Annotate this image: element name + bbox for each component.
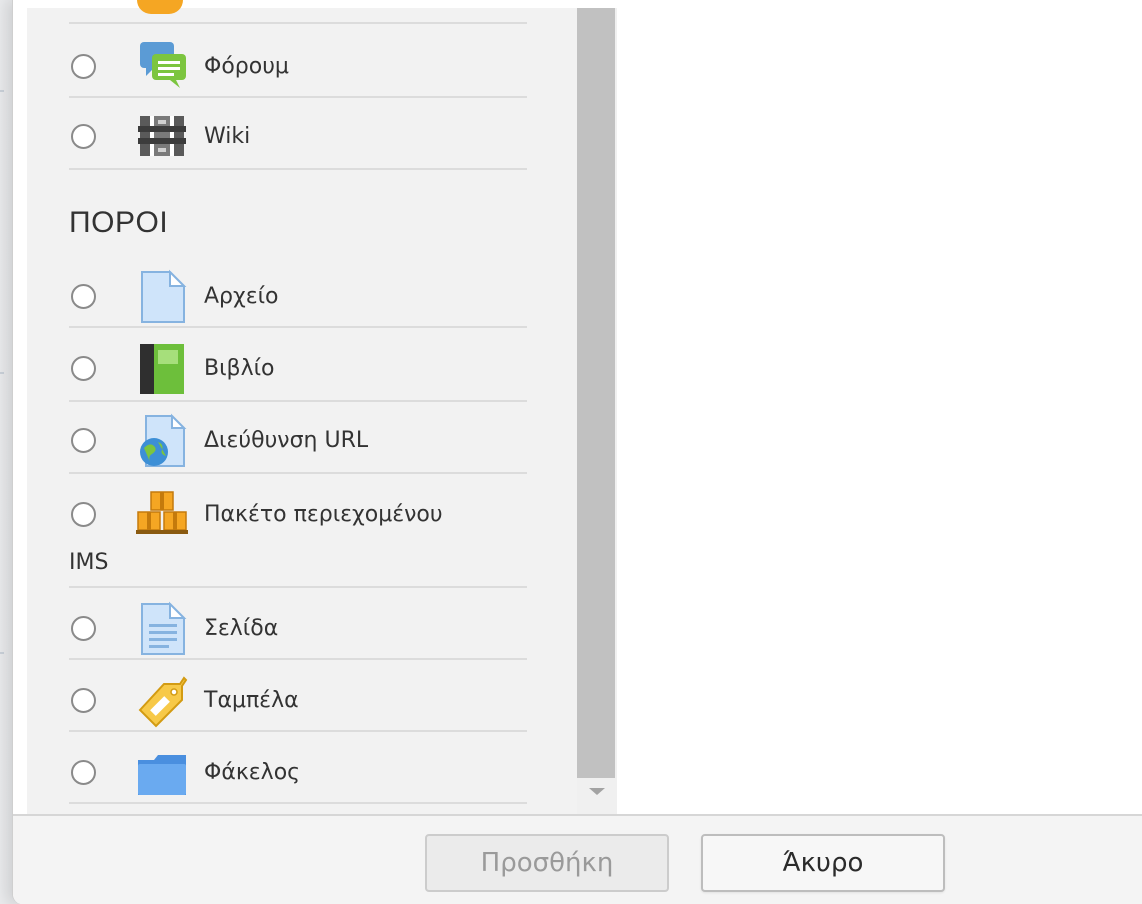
module-label: Πακέτο περιεχομένου — [204, 501, 443, 527]
divider — [69, 400, 527, 402]
radio-url[interactable] — [71, 427, 96, 453]
forum-icon — [134, 38, 190, 94]
divider — [69, 168, 527, 170]
url-icon — [134, 412, 190, 468]
scroll-down-arrow-icon[interactable] — [589, 788, 605, 795]
scrollbar-thumb[interactable] — [577, 8, 615, 778]
module-option-folder[interactable]: Φάκελος — [69, 742, 527, 802]
folder-icon — [134, 744, 190, 800]
divider — [69, 472, 527, 474]
radio-forum[interactable] — [71, 53, 96, 79]
radio-book[interactable] — [71, 355, 96, 381]
book-icon — [134, 340, 190, 396]
radio-page[interactable] — [71, 615, 96, 641]
module-option-label[interactable]: Ταμπέλα — [69, 670, 527, 730]
section-heading-resources: ΠΟΡΟΙ — [69, 206, 169, 239]
cancel-button[interactable]: Άκυρο — [701, 834, 945, 892]
divider — [69, 730, 527, 732]
module-label: Φάκελος — [204, 759, 301, 785]
partial-activity-icon — [137, 0, 183, 14]
file-icon — [134, 268, 190, 324]
module-label: Αρχείο — [204, 283, 279, 309]
page-edge-line — [0, 372, 4, 374]
module-label: Φόρουμ — [204, 53, 289, 79]
module-label: Wiki — [204, 123, 251, 149]
module-option-page[interactable]: Σελίδα — [69, 598, 527, 658]
ims-package-icon — [134, 486, 190, 542]
divider — [69, 586, 527, 588]
wiki-icon — [134, 108, 190, 164]
activity-chooser-dialog: Φόρουμ Wiki ΠΟΡΟΙ Αρχείο Βιβλίο Διεύθυνσ… — [12, 0, 1142, 904]
module-option-wiki[interactable]: Wiki — [69, 106, 527, 166]
module-option-url[interactable]: Διεύθυνση URL — [69, 410, 527, 470]
radio-wiki[interactable] — [71, 123, 96, 149]
module-option-forum[interactable]: Φόρουμ — [69, 36, 527, 96]
radio-ims-package[interactable] — [71, 501, 96, 527]
module-option-book[interactable]: Βιβλίο — [69, 338, 527, 398]
radio-label[interactable] — [71, 687, 96, 713]
module-label-wrap: IMS — [69, 550, 109, 575]
label-tag-icon — [134, 672, 190, 728]
divider — [69, 22, 527, 24]
module-label: Ταμπέλα — [204, 687, 299, 713]
radio-folder[interactable] — [71, 759, 96, 785]
add-button[interactable]: Προσθήκη — [425, 834, 669, 892]
page-edge-line — [0, 90, 4, 92]
module-label: Σελίδα — [204, 615, 279, 641]
module-label: Διεύθυνση URL — [204, 427, 369, 453]
module-option-file[interactable]: Αρχείο — [69, 266, 527, 326]
module-option-ims-package[interactable]: Πακέτο περιεχομένου — [69, 484, 527, 544]
divider — [69, 96, 527, 98]
divider — [69, 326, 527, 328]
page-icon — [134, 600, 190, 656]
module-label: Βιβλίο — [204, 355, 275, 381]
divider — [69, 802, 527, 804]
page-edge-line — [0, 652, 4, 654]
radio-file[interactable] — [71, 283, 96, 309]
divider — [69, 658, 527, 660]
